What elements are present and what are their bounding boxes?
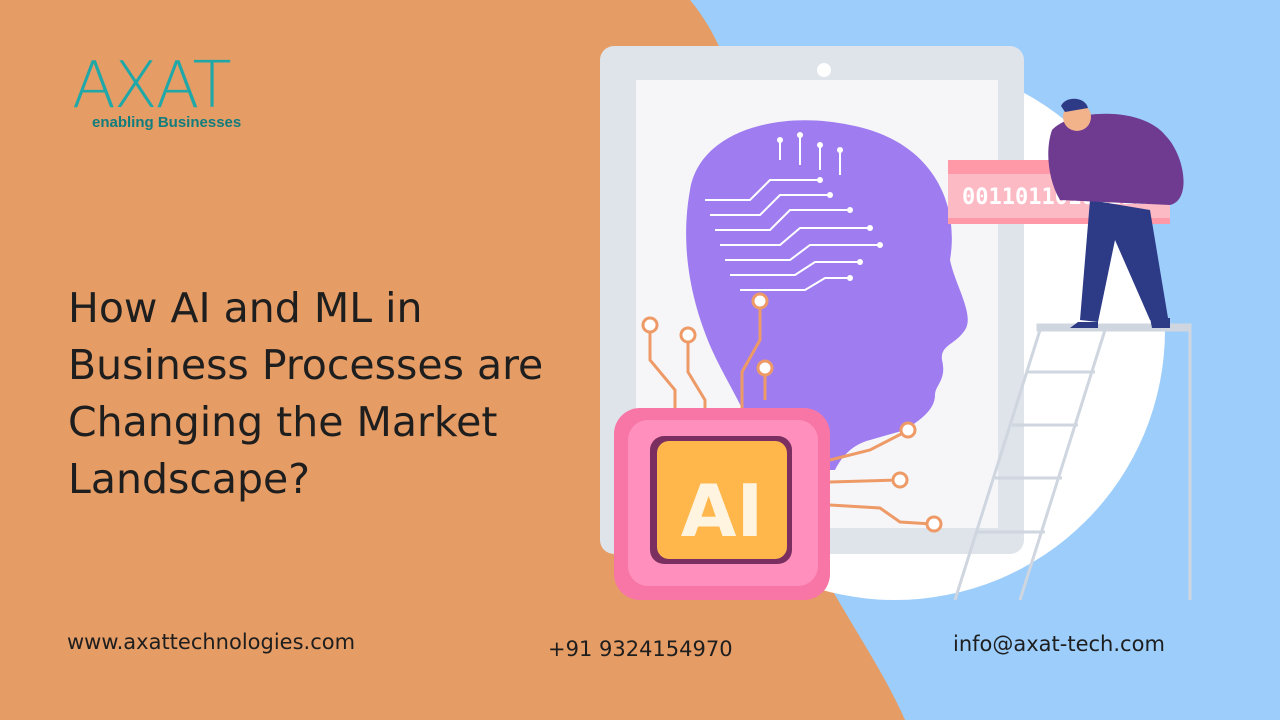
phone-text: +91 9324154970	[548, 637, 733, 661]
brand-tagline: enabling Businesses	[92, 114, 242, 131]
headline: How AI and ML in Business Processes are …	[68, 284, 544, 503]
website-text: www.axattechnologies.com	[67, 630, 356, 654]
ai-chip: AI	[614, 408, 830, 600]
ai-chip-label: AI	[681, 469, 764, 553]
email-text: info@axat-tech.com	[953, 632, 1165, 656]
brand-logo: AXAT	[72, 49, 232, 123]
